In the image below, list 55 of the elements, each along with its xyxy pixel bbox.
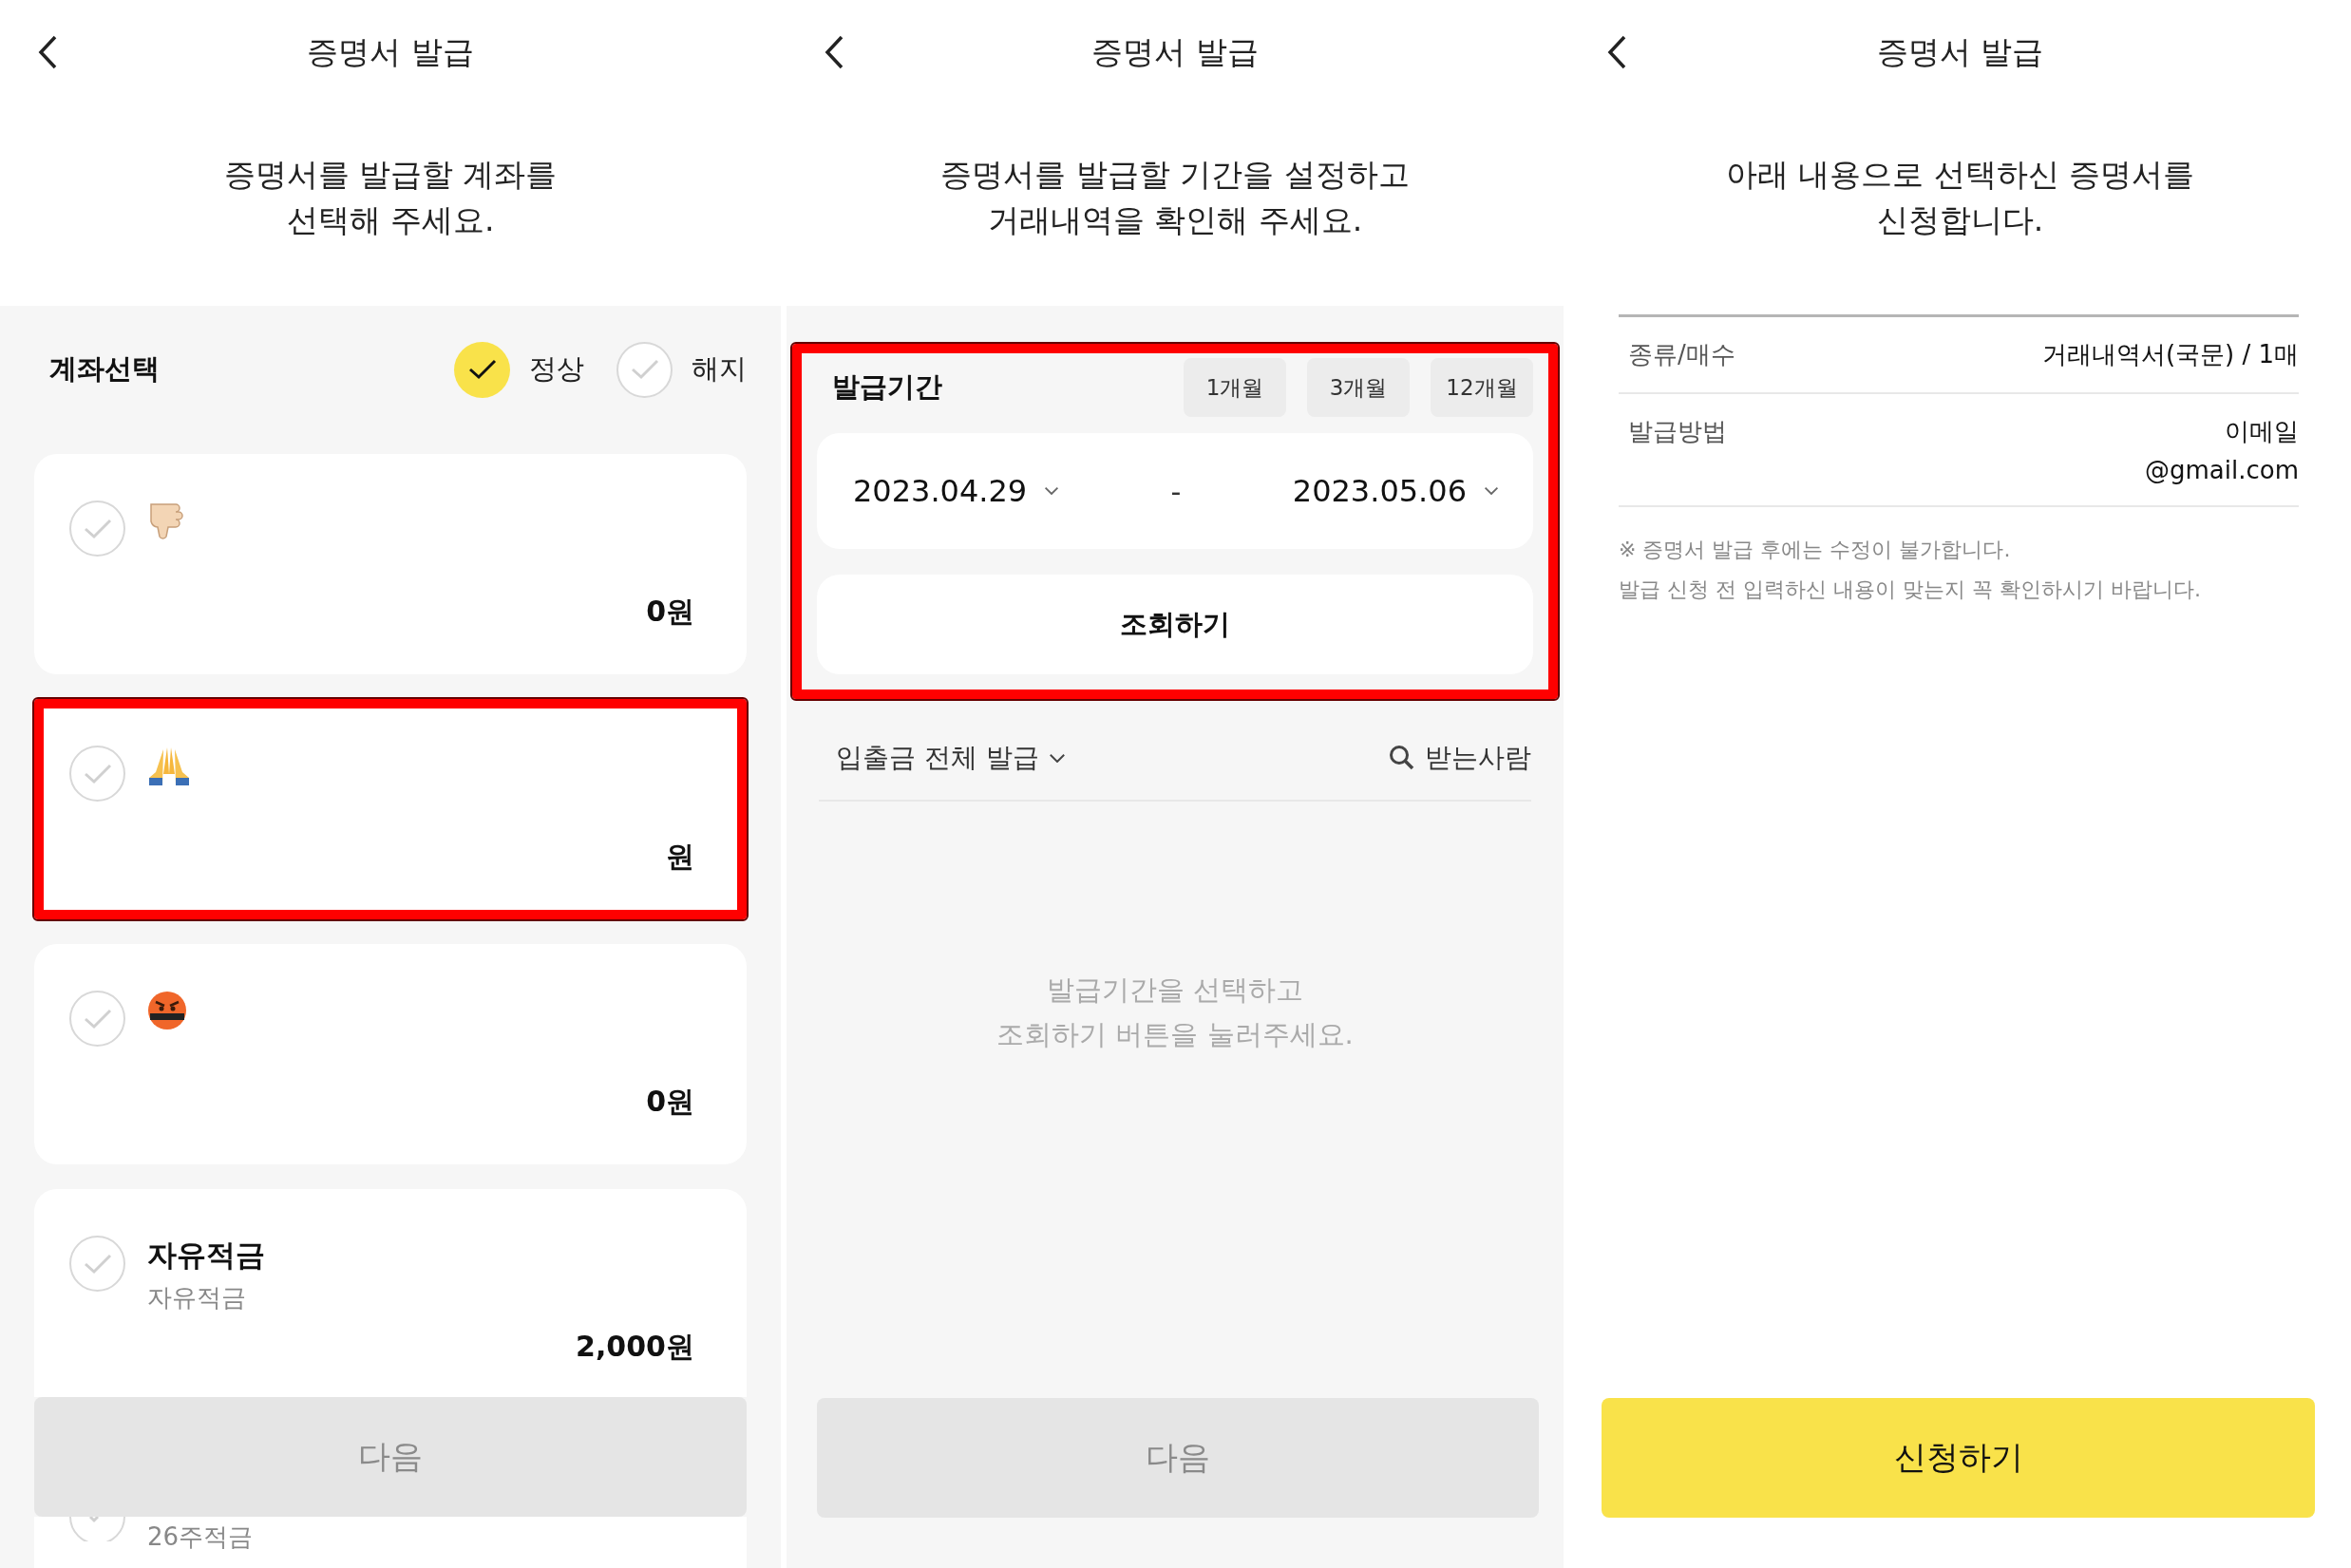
query-button[interactable]: 조회하기 <box>817 575 1533 674</box>
section-title: 계좌선택 <box>49 351 161 387</box>
recipient-search-button[interactable]: 받는사람 <box>1389 740 1531 776</box>
instruction-text: 증명서를 발급할 기간을 설정하고 거래내역을 확인해 주세요. <box>940 155 1410 240</box>
account-name: 자유적금 <box>147 1237 265 1274</box>
check-icon <box>630 359 659 380</box>
account-card[interactable]: 0원 <box>34 454 747 674</box>
check-icon <box>83 763 112 784</box>
account-balance: 0원 <box>646 1084 694 1120</box>
account-balance: 원 <box>666 839 694 875</box>
back-icon <box>824 34 844 70</box>
angry-face-icon <box>147 991 187 1030</box>
info-label: 발급방법 <box>1628 416 1727 447</box>
period-preset-button[interactable]: 1개월 <box>1184 358 1286 417</box>
info-value: @gmail.com <box>2145 456 2299 484</box>
check-icon <box>83 518 112 539</box>
account-card[interactable]: 원 <box>34 699 747 919</box>
account-balance: 0원 <box>646 594 694 630</box>
range-separator: - <box>1170 474 1182 508</box>
account-balance: 2,000원 <box>576 1329 694 1365</box>
instruction-text: 아래 내용으로 선택하신 증명서를 신청합니다. <box>1725 155 2195 240</box>
bottom-action-button[interactable]: 신청하기 <box>1602 1398 2315 1518</box>
info-value: 거래내역서(국문) / 1매 <box>2041 339 2299 370</box>
start-date-picker[interactable]: 2023.04.29 <box>853 473 1060 509</box>
search-icon <box>1389 745 1415 771</box>
screen-title: 증명서 발급 <box>1091 31 1259 72</box>
select-circle[interactable] <box>69 1517 125 1541</box>
screen-title: 증명서 발급 <box>1876 31 2044 72</box>
period-preset-button[interactable]: 3개월 <box>1307 358 1410 417</box>
account-card[interactable]: 26주적금 <box>34 1517 747 1568</box>
period-preset-button[interactable]: 12개월 <box>1431 358 1533 417</box>
empty-message: 발급기간을 선택하고 조회하기 버튼을 눌러주세요. <box>995 973 1355 1052</box>
info-value: 이메일 <box>2225 416 2299 447</box>
check-icon <box>83 1253 112 1275</box>
instruction-text: 증명서를 발급할 계좌를 선택해 주세요. <box>223 155 558 240</box>
chevron-down-icon <box>1044 486 1060 496</box>
notice-text: ※ 증명서 발급 후에는 수정이 불가합니다. <box>1619 537 2012 563</box>
account-type: 자유적금 <box>147 1282 247 1313</box>
account-card[interactable]: 0원 <box>34 944 747 1164</box>
period-label: 발급기간 <box>832 369 943 405</box>
end-date-picker[interactable]: 2023.05.06 <box>1292 473 1499 509</box>
check-icon <box>83 1008 112 1030</box>
back-icon <box>37 34 58 70</box>
transaction-filter-dropdown[interactable]: 입출금 전체 발급 <box>836 740 1066 776</box>
check-icon <box>467 359 497 380</box>
account-card[interactable]: 자유적금 자유적금 2,000원 <box>34 1189 747 1397</box>
status-filter[interactable]: 해지 <box>616 341 747 398</box>
chevron-down-icon <box>1048 752 1066 764</box>
back-icon <box>1606 34 1627 70</box>
info-label: 종류/매수 <box>1628 339 1735 370</box>
notice-text: 발급 신청 전 입력하신 내용이 맞는지 꼭 확인하시기 바랍니다. <box>1619 576 2202 603</box>
status-filter[interactable]: 정상 <box>454 341 584 398</box>
screen-title: 증명서 발급 <box>307 31 474 72</box>
account-type: 26주적금 <box>147 1521 254 1553</box>
chevron-down-icon <box>1484 486 1499 496</box>
